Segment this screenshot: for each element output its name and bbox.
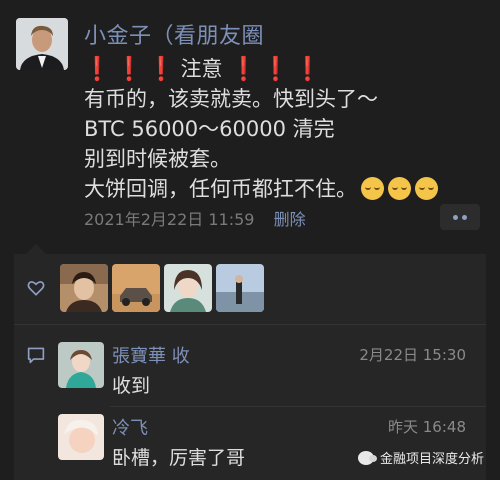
post-line: 别到时候被套。 [84, 147, 231, 171]
post-meta: 2021年2月22日 11:59 删除 [84, 206, 306, 230]
watermark-text: 金融项目深度分析 [380, 452, 485, 467]
post-timestamp: 2021年2月22日 11:59 [84, 210, 255, 229]
warning-mark: ❗ [294, 55, 321, 83]
post-line-text: 大饼回调，任何币都扛不住。 [84, 177, 357, 201]
dot-icon [453, 214, 458, 220]
comment-text[interactable]: 收到 [112, 371, 150, 398]
commenter-avatar[interactable] [58, 414, 104, 460]
post-line: 有币的，该卖就卖。快到头了～ [84, 87, 378, 111]
post-text: ❗ ❗ ❗ 注意 ❗ ❗ ❗ 有币的，该卖就卖。快到头了～ BTC 56000～60000 … [84, 54, 494, 204]
liker-avatar-image [60, 264, 108, 312]
heart-outline-icon [27, 281, 45, 296]
likes-divider [14, 324, 486, 325]
dot-icon [462, 214, 467, 220]
warning-mark: ❗ [116, 55, 143, 83]
comment-divider [110, 406, 486, 407]
warning-word: 注意 [180, 57, 223, 81]
liker-avatar[interactable] [112, 264, 160, 312]
relieved-face-icon [361, 177, 384, 200]
liker-avatar[interactable] [164, 264, 212, 312]
comment-time: 昨天 16:48 [388, 418, 466, 436]
liker-avatar[interactable] [60, 264, 108, 312]
warning-mark: ❗ [148, 55, 175, 83]
delete-button[interactable]: 删除 [274, 210, 306, 229]
author-avatar-image [16, 18, 68, 70]
more-actions-button[interactable] [440, 204, 480, 230]
commenter-avatar[interactable] [58, 342, 104, 388]
warning-line: ❗ ❗ ❗ 注意 ❗ ❗ ❗ [84, 54, 494, 84]
watermark: 金融项目深度分析 [358, 448, 484, 467]
liker-avatar[interactable] [216, 264, 264, 312]
post-author-name[interactable]: 小金子（看朋友圈 [84, 18, 264, 50]
commenter-name[interactable]: 冷飞 [112, 414, 148, 440]
liker-avatar-image [112, 264, 160, 312]
relieved-face-icon [388, 177, 411, 200]
comment-time: 2月22日 15:30 [359, 346, 466, 364]
commenter-avatar-image [58, 414, 104, 460]
post-line: BTC 56000～60000 清完 [84, 117, 335, 141]
liker-avatar-image [164, 264, 212, 312]
liker-avatar-image [216, 264, 264, 312]
post-line-last: 大饼回调，任何币都扛不住。 [84, 174, 494, 204]
wechat-icon [358, 450, 377, 465]
warning-mark: ❗ [230, 55, 257, 83]
relieved-face-icon [415, 177, 438, 200]
warning-mark: ❗ [84, 55, 111, 83]
warning-mark: ❗ [262, 55, 289, 83]
comment-text[interactable]: 卧槽，厉害了哥 [112, 443, 245, 470]
commenter-name[interactable]: 張寶華 收 [112, 342, 190, 368]
comment-bubble-icon [27, 347, 45, 364]
commenter-avatar-image [58, 342, 104, 388]
author-avatar[interactable] [16, 18, 68, 70]
comment-box-pointer [26, 244, 46, 254]
